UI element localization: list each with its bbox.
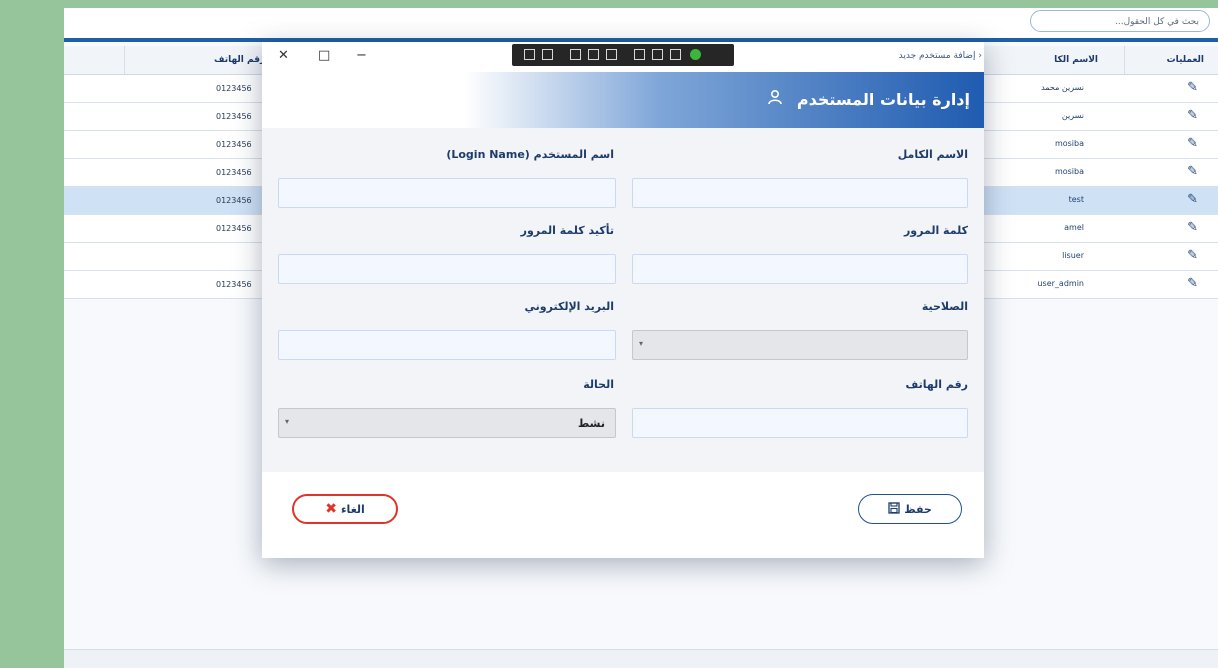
app-icon[interactable] <box>570 49 581 60</box>
confirm-password-label: تأكيد كلمة المرور <box>520 224 614 237</box>
breadcrumb: ‹ إضافة مستخدم جديد <box>898 51 982 61</box>
app-icon[interactable] <box>588 49 599 60</box>
grid-footer <box>64 649 1218 668</box>
edit-pencil-icon[interactable]: ✎ <box>1187 192 1198 207</box>
full-name-field[interactable] <box>632 178 968 208</box>
maximize-icon[interactable]: □ <box>318 48 330 63</box>
breadcrumb-text: إضافة مستخدم جديد <box>898 51 976 61</box>
dialog-titlebar: ✕ □ − ‹ إضافة مستخدم جديد <box>262 42 984 72</box>
dialog-body: الاسم الكامل اسم المستخدم (Login Name) ك… <box>262 128 984 472</box>
cell-full-name: amel <box>1064 223 1084 232</box>
dialog-header: إدارة بيانات المستخدم <box>262 72 984 128</box>
username-label: اسم المستخدم (Login Name) <box>446 148 614 161</box>
cancel-button[interactable]: الغاء ✖ <box>292 494 398 524</box>
cell-phone: 0123456 <box>216 196 252 205</box>
role-label: الصلاحية <box>921 300 968 313</box>
column-phone[interactable]: رقم الهاتف <box>214 55 265 65</box>
dialog-title-text: إدارة بيانات المستخدم <box>796 90 970 109</box>
edit-pencil-icon[interactable]: ✎ <box>1187 136 1198 151</box>
cell-phone: 0123456 <box>216 140 252 149</box>
edit-pencil-icon[interactable]: ✎ <box>1187 108 1198 123</box>
status-ok-icon <box>690 49 701 60</box>
taskbar-strip <box>512 44 734 66</box>
username-field[interactable] <box>278 178 616 208</box>
edit-pencil-icon[interactable]: ✎ <box>1187 276 1198 291</box>
full-name-label: الاسم الكامل <box>897 148 968 161</box>
cell-phone: 0123456 <box>216 224 252 233</box>
column-full-name[interactable]: الاسم الكا <box>1054 55 1098 65</box>
status-label: الحالة <box>583 378 614 391</box>
cell-full-name: نسرين محمد <box>1041 83 1084 92</box>
cell-full-name: user_admin <box>1037 279 1084 288</box>
app-icon[interactable] <box>652 49 663 60</box>
email-label: البريد الإلكتروني <box>524 300 614 313</box>
app-icon[interactable] <box>634 49 645 60</box>
status-select[interactable]: نشط ▾ <box>278 408 616 438</box>
app-icon[interactable] <box>606 49 617 60</box>
edit-pencil-icon[interactable]: ✎ <box>1187 220 1198 235</box>
password-field[interactable] <box>632 254 968 284</box>
chevron-down-icon: ▾ <box>639 339 644 348</box>
status-select-value: نشط <box>577 417 605 430</box>
cell-full-name: mosiba <box>1054 139 1084 148</box>
save-icon <box>888 501 900 517</box>
email-field[interactable] <box>278 330 616 360</box>
cell-phone: 0123456 <box>216 168 252 177</box>
user-icon <box>767 89 783 109</box>
confirm-password-field[interactable] <box>278 254 616 284</box>
close-icon[interactable]: ✕ <box>278 48 289 63</box>
role-select[interactable]: ▾ <box>632 330 968 360</box>
app-icon[interactable] <box>524 49 535 60</box>
dialog-title: إدارة بيانات المستخدم <box>767 89 970 109</box>
user-dialog: ✕ □ − ‹ إضافة مستخدم جديد إدارة بيانات ا… <box>262 42 984 558</box>
close-icon: ✖ <box>325 501 337 517</box>
cancel-button-label: الغاء <box>340 502 365 516</box>
cell-phone: 0123456 <box>216 112 252 121</box>
save-button-label: حفظ <box>904 502 932 516</box>
column-divider <box>1124 46 1125 74</box>
window-icon[interactable] <box>542 49 553 60</box>
app-icon[interactable] <box>670 49 681 60</box>
password-label: كلمة المرور <box>903 224 968 237</box>
edit-pencil-icon[interactable]: ✎ <box>1187 248 1198 263</box>
top-strip: بحث في كل الحقول... <box>64 8 1218 42</box>
edit-pencil-icon[interactable]: ✎ <box>1187 80 1198 95</box>
cell-full-name: نسرين <box>1061 111 1084 120</box>
cell-phone: 0123456 <box>216 280 252 289</box>
cell-phone: 0123456 <box>216 84 252 93</box>
search-input[interactable]: بحث في كل الحقول... <box>1030 10 1210 32</box>
phone-field[interactable] <box>632 408 968 438</box>
dialog-footer: حفظ الغاء ✖ <box>262 472 984 558</box>
phone-label: رقم الهاتف <box>905 378 968 391</box>
save-button[interactable]: حفظ <box>858 494 962 524</box>
minimize-icon[interactable]: − <box>356 48 367 63</box>
column-divider <box>124 46 125 74</box>
cell-full-name: test <box>1068 195 1084 204</box>
column-operations[interactable]: العمليات <box>1167 55 1204 65</box>
cell-full-name: lisuer <box>1062 251 1084 260</box>
edit-pencil-icon[interactable]: ✎ <box>1187 164 1198 179</box>
cell-full-name: mosiba <box>1054 167 1084 176</box>
chevron-down-icon: ▾ <box>285 417 290 426</box>
